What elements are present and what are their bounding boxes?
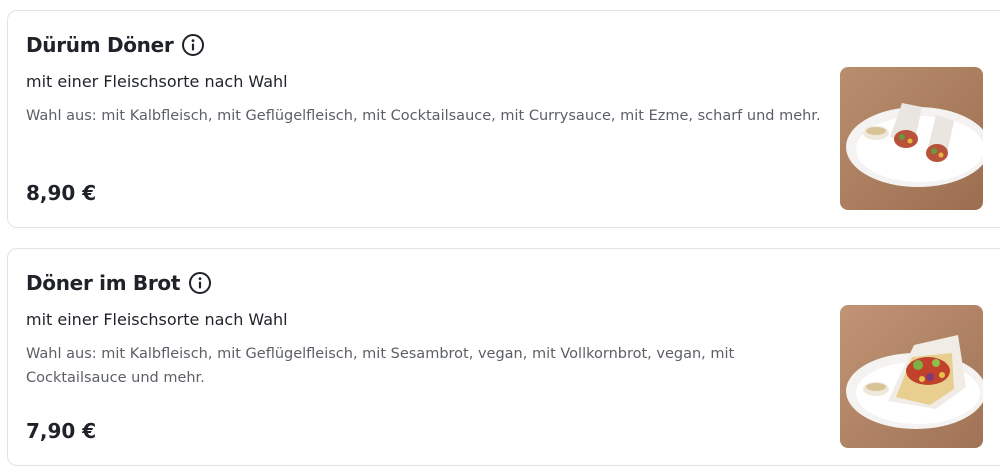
menu-item-card[interactable]: Döner im Brot mit einer Fleischsorte nac…: [7, 248, 1000, 466]
item-subtitle: mit einer Fleischsorte nach Wahl: [26, 310, 288, 329]
info-icon[interactable]: [181, 33, 205, 57]
info-icon[interactable]: [188, 271, 212, 295]
durum-doner-photo[interactable]: [840, 67, 983, 210]
item-title: Döner im Brot: [26, 271, 181, 295]
item-title: Dürüm Döner: [26, 33, 174, 57]
item-title-row: Dürüm Döner: [26, 33, 205, 57]
menu-item-card[interactable]: Dürüm Döner mit einer Fleischsorte nach …: [7, 10, 1000, 228]
item-subtitle: mit einer Fleischsorte nach Wahl: [26, 72, 288, 91]
item-choices: Wahl aus: mit Kalbfleisch, mit Geflügelf…: [26, 346, 735, 386]
doner-im-brot-photo[interactable]: [840, 305, 983, 448]
item-title-row: Döner im Brot: [26, 271, 212, 295]
item-price: 8,90 €: [26, 181, 97, 205]
item-choices: Wahl aus: mit Kalbfleisch, mit Geflügelf…: [26, 108, 821, 124]
item-price: 7,90 €: [26, 419, 97, 443]
